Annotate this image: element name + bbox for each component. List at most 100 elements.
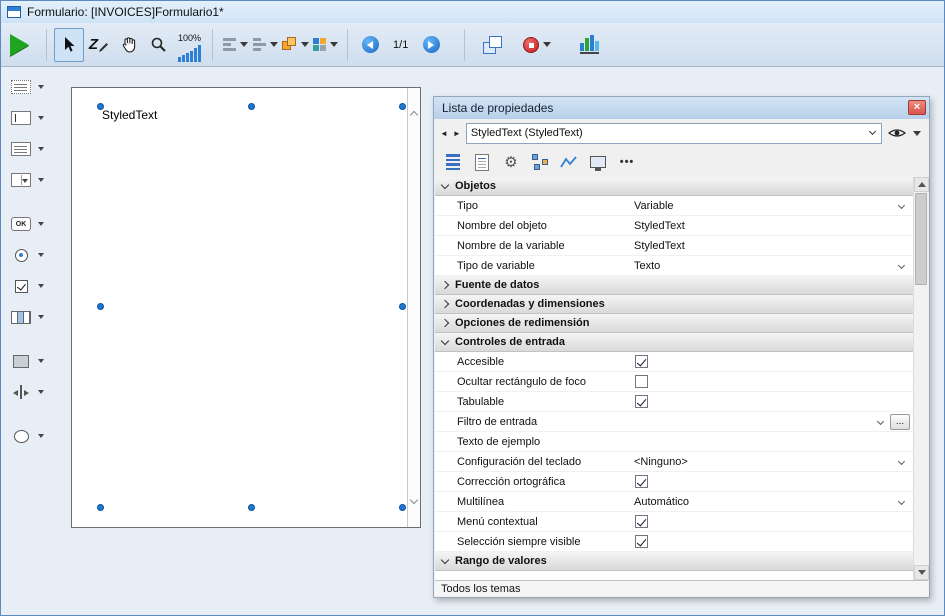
form-page[interactable]: StyledText bbox=[71, 87, 421, 528]
selection-handle[interactable] bbox=[97, 303, 104, 310]
selection-handle[interactable] bbox=[97, 504, 104, 511]
prop-value[interactable]: Automático bbox=[632, 492, 913, 511]
zoom-level-control[interactable]: 100% bbox=[178, 28, 201, 62]
tool-combo-box[interactable] bbox=[9, 168, 55, 192]
previous-object-button[interactable]: ◄ bbox=[440, 129, 449, 138]
prop-value[interactable]: StyledText bbox=[632, 236, 913, 255]
form-properties-button[interactable] bbox=[470, 150, 494, 174]
chevron-down-icon[interactable] bbox=[38, 434, 44, 438]
checkbox[interactable] bbox=[635, 375, 648, 388]
prop-row-nombre-variable: Nombre de la variable StyledText bbox=[435, 236, 913, 256]
section-header-objetos[interactable]: Objetos bbox=[435, 177, 913, 196]
tool-check-box[interactable] bbox=[9, 274, 55, 298]
scrollbar-thumb[interactable] bbox=[915, 193, 927, 285]
chevron-down-icon bbox=[441, 336, 449, 344]
theme-list-button[interactable] bbox=[441, 150, 465, 174]
tool-radio-button[interactable] bbox=[9, 243, 55, 267]
section-header-rango-valores[interactable]: Rango de valores bbox=[435, 552, 913, 571]
section-header-coordenadas[interactable]: Coordenadas y dimensiones bbox=[435, 295, 913, 314]
chevron-down-icon[interactable] bbox=[38, 85, 44, 89]
tool-input[interactable] bbox=[9, 106, 55, 130]
zoom-tool-button[interactable] bbox=[144, 28, 174, 62]
chevron-down-icon bbox=[898, 498, 905, 505]
checkbox[interactable] bbox=[635, 355, 648, 368]
previous-page-button[interactable] bbox=[355, 28, 385, 62]
prop-value[interactable] bbox=[632, 392, 913, 411]
chevron-down-icon[interactable] bbox=[38, 222, 44, 226]
layers-button[interactable] bbox=[478, 28, 508, 62]
selection-handle[interactable] bbox=[248, 103, 255, 110]
chevron-down-icon[interactable] bbox=[38, 253, 44, 257]
scroll-down-button[interactable] bbox=[914, 565, 929, 580]
prop-value[interactable] bbox=[632, 372, 913, 391]
display-button[interactable] bbox=[586, 150, 610, 174]
next-object-button[interactable]: ► bbox=[453, 129, 462, 138]
distribute-dropdown-button[interactable] bbox=[250, 28, 280, 62]
tool-hierarchical-list[interactable] bbox=[9, 137, 55, 161]
scroll-down-icon[interactable] bbox=[410, 496, 418, 504]
chevron-down-icon[interactable] bbox=[38, 390, 44, 394]
section-header-fuente-de-datos[interactable]: Fuente de datos bbox=[435, 276, 913, 295]
next-page-button[interactable] bbox=[416, 28, 446, 62]
entry-order-icon: Z bbox=[89, 36, 109, 53]
objects-button[interactable] bbox=[528, 150, 552, 174]
object-selector-combo[interactable]: StyledText (StyledText) bbox=[466, 123, 882, 144]
selection-handle[interactable] bbox=[248, 504, 255, 511]
chevron-down-icon[interactable] bbox=[38, 359, 44, 363]
tool-palette: OK bbox=[1, 67, 55, 616]
tool-rectangle[interactable] bbox=[9, 349, 55, 373]
events-button[interactable] bbox=[557, 150, 581, 174]
select-tool-button[interactable] bbox=[54, 28, 84, 62]
selection-handle[interactable] bbox=[399, 103, 406, 110]
ellipsis-button[interactable]: ... bbox=[890, 414, 910, 430]
section-header-redimension[interactable]: Opciones de redimensión bbox=[435, 314, 913, 333]
tool-text[interactable] bbox=[9, 75, 55, 99]
prop-label: Tipo bbox=[435, 200, 632, 212]
tool-button-grid[interactable] bbox=[9, 305, 55, 329]
entry-order-tool-button[interactable]: Z bbox=[84, 28, 114, 62]
prop-value[interactable] bbox=[632, 472, 913, 491]
checkbox[interactable] bbox=[635, 395, 648, 408]
panel-titlebar[interactable]: Lista de propiedades × bbox=[434, 97, 929, 119]
checkbox[interactable] bbox=[635, 515, 648, 528]
tool-oval[interactable] bbox=[9, 424, 55, 448]
prop-value[interactable]: ... bbox=[632, 412, 913, 431]
style-dropdown-button[interactable] bbox=[310, 28, 340, 62]
checkbox[interactable] bbox=[635, 535, 648, 548]
prop-value[interactable] bbox=[632, 532, 913, 551]
settings-button[interactable]: ⚙ bbox=[499, 150, 523, 174]
prop-value[interactable]: StyledText bbox=[632, 216, 913, 235]
more-button[interactable]: ••• bbox=[615, 150, 639, 174]
level-dropdown-button[interactable] bbox=[280, 28, 310, 62]
panel-scrollbar[interactable] bbox=[913, 177, 928, 580]
section-header-controles-entrada[interactable]: Controles de entrada bbox=[435, 333, 913, 352]
form-scrollbar[interactable] bbox=[407, 88, 420, 527]
chevron-down-icon[interactable] bbox=[38, 147, 44, 151]
scroll-up-button[interactable] bbox=[914, 177, 929, 192]
prop-value[interactable] bbox=[632, 432, 913, 451]
tool-splitter[interactable] bbox=[9, 380, 55, 404]
chevron-down-icon[interactable] bbox=[38, 284, 44, 288]
chevron-down-icon[interactable] bbox=[38, 315, 44, 319]
stop-dropdown-button[interactable] bbox=[522, 28, 552, 62]
prop-value[interactable] bbox=[632, 352, 913, 371]
scroll-up-icon[interactable] bbox=[410, 111, 418, 119]
align-dropdown-button[interactable] bbox=[220, 28, 250, 62]
run-button[interactable] bbox=[9, 28, 39, 62]
chevron-down-icon[interactable] bbox=[38, 116, 44, 120]
prop-value[interactable]: <Ninguno> bbox=[632, 452, 913, 471]
close-button[interactable]: × bbox=[908, 100, 926, 115]
prop-value[interactable] bbox=[632, 512, 913, 531]
selection-handle[interactable] bbox=[399, 303, 406, 310]
chart-button[interactable] bbox=[574, 28, 604, 62]
selection-handle[interactable] bbox=[399, 504, 406, 511]
styled-text-object[interactable]: StyledText bbox=[102, 108, 157, 122]
selection-handle[interactable] bbox=[97, 103, 104, 110]
move-tool-button[interactable] bbox=[114, 28, 144, 62]
chevron-down-icon[interactable] bbox=[38, 178, 44, 182]
prop-value[interactable]: Texto bbox=[632, 256, 913, 275]
tool-button[interactable]: OK bbox=[9, 212, 55, 236]
checkbox[interactable] bbox=[635, 475, 648, 488]
prop-value[interactable]: Variable bbox=[632, 196, 913, 215]
visibility-dropdown-button[interactable] bbox=[886, 127, 923, 139]
